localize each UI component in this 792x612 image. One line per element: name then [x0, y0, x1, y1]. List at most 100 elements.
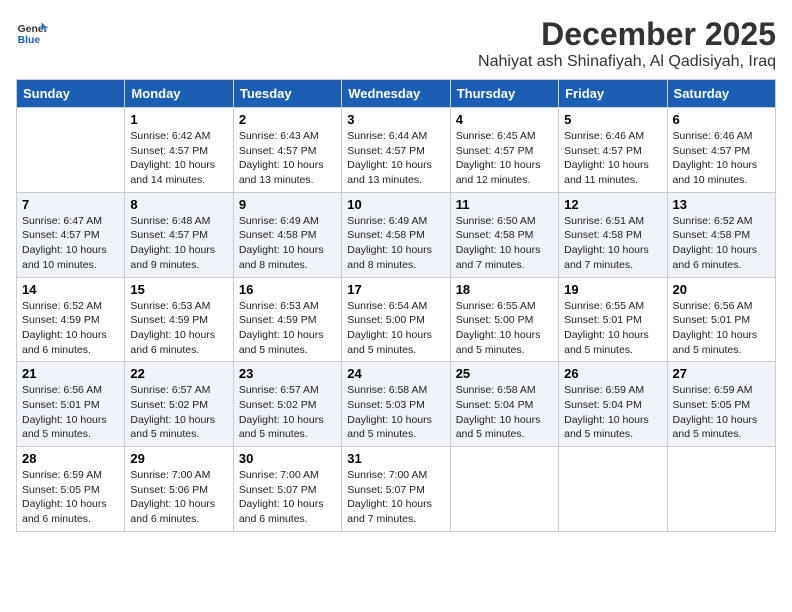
subtitle: Nahiyat ash Shinafiyah, Al Qadisiyah, Ir…	[478, 53, 776, 71]
day-number: 8	[130, 197, 227, 212]
calendar-cell: 24Sunrise: 6:58 AMSunset: 5:03 PMDayligh…	[342, 362, 450, 447]
day-number: 12	[564, 197, 661, 212]
calendar-cell: 26 Sunrise: 6:59 AMSunset: 5:04 PMDayligh…	[559, 362, 667, 447]
day-number: 27	[673, 366, 770, 381]
day-number: 1	[130, 112, 227, 127]
cell-info: Sunrise: 6:51 AMSunset: 4:58 PMDaylight:…	[564, 215, 649, 271]
day-number: 15	[130, 282, 227, 297]
week-row-1: 1 Sunrise: 6:42 AMSunset: 4:57 PMDaylight…	[17, 108, 776, 193]
calendar-cell: 21 Sunrise: 6:56 AMSunset: 5:01 PMDayligh…	[17, 362, 125, 447]
calendar-cell: 20Sunrise: 6:56 AMSunset: 5:01 PMDayligh…	[667, 277, 775, 362]
week-row-4: 21 Sunrise: 6:56 AMSunset: 5:01 PMDayligh…	[17, 362, 776, 447]
calendar-cell: 27Sunrise: 6:59 AMSunset: 5:05 PMDayligh…	[667, 362, 775, 447]
month-title: December 2025	[478, 16, 776, 53]
cell-info: Sunrise: 6:57 AMSunset: 5:02 PMDaylight:…	[130, 384, 215, 440]
cell-info: Sunrise: 6:55 AMSunset: 5:00 PMDaylight:…	[456, 300, 541, 356]
calendar-cell	[559, 447, 667, 532]
col-sunday: Sunday	[17, 80, 125, 108]
calendar-table: Sunday Monday Tuesday Wednesday Thursday…	[16, 79, 776, 532]
cell-info: Sunrise: 6:47 AMSunset: 4:57 PMDaylight:…	[22, 215, 107, 271]
day-number: 28	[22, 451, 119, 466]
calendar-cell: 2Sunrise: 6:43 AMSunset: 4:57 PMDaylight…	[233, 108, 341, 193]
cell-info: Sunrise: 6:55 AMSunset: 5:01 PMDaylight:…	[564, 300, 649, 356]
day-number: 7	[22, 197, 119, 212]
calendar-cell: 22 Sunrise: 6:57 AMSunset: 5:02 PMDayligh…	[125, 362, 233, 447]
day-number: 21	[22, 366, 119, 381]
calendar-cell: 3 Sunrise: 6:44 AMSunset: 4:57 PMDaylight…	[342, 108, 450, 193]
col-monday: Monday	[125, 80, 233, 108]
day-number: 30	[239, 451, 336, 466]
day-number: 13	[673, 197, 770, 212]
calendar-cell: 4Sunrise: 6:45 AMSunset: 4:57 PMDaylight…	[450, 108, 558, 193]
cell-info: Sunrise: 6:59 AMSunset: 5:05 PMDaylight:…	[22, 469, 107, 525]
calendar-cell: 16 Sunrise: 6:53 AMSunset: 4:59 PMDayligh…	[233, 277, 341, 362]
calendar-cell: 11 Sunrise: 6:50 AMSunset: 4:58 PMDayligh…	[450, 192, 558, 277]
calendar-cell: 1 Sunrise: 6:42 AMSunset: 4:57 PMDaylight…	[125, 108, 233, 193]
cell-info: Sunrise: 6:46 AMSunset: 4:57 PMDaylight:…	[673, 130, 758, 186]
calendar-cell: 31 Sunrise: 7:00 AMSunset: 5:07 PMDayligh…	[342, 447, 450, 532]
cell-info: Sunrise: 6:43 AMSunset: 4:57 PMDaylight:…	[239, 130, 324, 186]
calendar-cell: 9 Sunrise: 6:49 AMSunset: 4:58 PMDaylight…	[233, 192, 341, 277]
cell-info: Sunrise: 6:57 AMSunset: 5:02 PMDaylight:…	[239, 384, 324, 440]
cell-info: Sunrise: 6:46 AMSunset: 4:57 PMDaylight:…	[564, 130, 649, 186]
cell-info: Sunrise: 6:49 AMSunset: 4:58 PMDaylight:…	[347, 215, 432, 271]
calendar-cell: 19 Sunrise: 6:55 AMSunset: 5:01 PMDayligh…	[559, 277, 667, 362]
cell-info: Sunrise: 6:58 AMSunset: 5:04 PMDaylight:…	[456, 384, 541, 440]
day-number: 17	[347, 282, 444, 297]
day-number: 16	[239, 282, 336, 297]
cell-info: Sunrise: 6:56 AMSunset: 5:01 PMDaylight:…	[22, 384, 107, 440]
col-thursday: Thursday	[450, 80, 558, 108]
day-number: 22	[130, 366, 227, 381]
calendar-cell: 14Sunrise: 6:52 AMSunset: 4:59 PMDayligh…	[17, 277, 125, 362]
cell-info: Sunrise: 6:53 AMSunset: 4:59 PMDaylight:…	[130, 300, 215, 356]
cell-info: Sunrise: 6:48 AMSunset: 4:57 PMDaylight:…	[130, 215, 215, 271]
cell-info: Sunrise: 7:00 AMSunset: 5:07 PMDaylight:…	[347, 469, 432, 525]
cell-info: Sunrise: 6:59 AMSunset: 5:04 PMDaylight:…	[564, 384, 649, 440]
day-number: 25	[456, 366, 553, 381]
calendar-cell: 23 Sunrise: 6:57 AMSunset: 5:02 PMDayligh…	[233, 362, 341, 447]
day-number: 11	[456, 197, 553, 212]
calendar-cell: 5 Sunrise: 6:46 AMSunset: 4:57 PMDaylight…	[559, 108, 667, 193]
cell-info: Sunrise: 6:53 AMSunset: 4:59 PMDaylight:…	[239, 300, 324, 356]
day-number: 19	[564, 282, 661, 297]
calendar-cell: 6Sunrise: 6:46 AMSunset: 4:57 PMDaylight…	[667, 108, 775, 193]
day-number: 9	[239, 197, 336, 212]
day-number: 26	[564, 366, 661, 381]
calendar-cell	[667, 447, 775, 532]
col-tuesday: Tuesday	[233, 80, 341, 108]
cell-info: Sunrise: 7:00 AMSunset: 5:07 PMDaylight:…	[239, 469, 324, 525]
cell-info: Sunrise: 6:44 AMSunset: 4:57 PMDaylight:…	[347, 130, 432, 186]
calendar-cell: 13 Sunrise: 6:52 AMSunset: 4:58 PMDayligh…	[667, 192, 775, 277]
calendar-cell: 10Sunrise: 6:49 AMSunset: 4:58 PMDayligh…	[342, 192, 450, 277]
calendar-cell: 17Sunrise: 6:54 AMSunset: 5:00 PMDayligh…	[342, 277, 450, 362]
calendar-cell: 18 Sunrise: 6:55 AMSunset: 5:00 PMDayligh…	[450, 277, 558, 362]
week-row-2: 7 Sunrise: 6:47 AMSunset: 4:57 PMDaylight…	[17, 192, 776, 277]
calendar-cell	[17, 108, 125, 193]
calendar-cell: 12 Sunrise: 6:51 AMSunset: 4:58 PMDayligh…	[559, 192, 667, 277]
day-number: 18	[456, 282, 553, 297]
cell-info: Sunrise: 6:56 AMSunset: 5:01 PMDaylight:…	[673, 300, 758, 356]
calendar-cell	[450, 447, 558, 532]
day-number: 3	[347, 112, 444, 127]
calendar-cell: 8 Sunrise: 6:48 AMSunset: 4:57 PMDaylight…	[125, 192, 233, 277]
cell-info: Sunrise: 6:42 AMSunset: 4:57 PMDaylight:…	[130, 130, 215, 186]
cell-info: Sunrise: 6:49 AMSunset: 4:58 PMDaylight:…	[239, 215, 324, 271]
week-row-3: 14Sunrise: 6:52 AMSunset: 4:59 PMDayligh…	[17, 277, 776, 362]
day-number: 31	[347, 451, 444, 466]
week-row-5: 28 Sunrise: 6:59 AMSunset: 5:05 PMDayligh…	[17, 447, 776, 532]
cell-info: Sunrise: 6:52 AMSunset: 4:58 PMDaylight:…	[673, 215, 758, 271]
day-number: 4	[456, 112, 553, 127]
day-number: 5	[564, 112, 661, 127]
calendar-cell: 25 Sunrise: 6:58 AMSunset: 5:04 PMDayligh…	[450, 362, 558, 447]
title-block: December 2025 Nahiyat ash Shinafiyah, Al…	[478, 16, 776, 71]
cell-info: Sunrise: 7:00 AMSunset: 5:06 PMDaylight:…	[130, 469, 215, 525]
day-number: 23	[239, 366, 336, 381]
cell-info: Sunrise: 6:52 AMSunset: 4:59 PMDaylight:…	[22, 300, 107, 356]
cell-info: Sunrise: 6:50 AMSunset: 4:58 PMDaylight:…	[456, 215, 541, 271]
logo: General Blue	[16, 16, 52, 48]
calendar-cell: 28 Sunrise: 6:59 AMSunset: 5:05 PMDayligh…	[17, 447, 125, 532]
calendar-body: 1 Sunrise: 6:42 AMSunset: 4:57 PMDaylight…	[17, 108, 776, 532]
logo-icon: General Blue	[16, 16, 48, 48]
calendar-header: Sunday Monday Tuesday Wednesday Thursday…	[17, 80, 776, 108]
calendar-cell: 7 Sunrise: 6:47 AMSunset: 4:57 PMDaylight…	[17, 192, 125, 277]
